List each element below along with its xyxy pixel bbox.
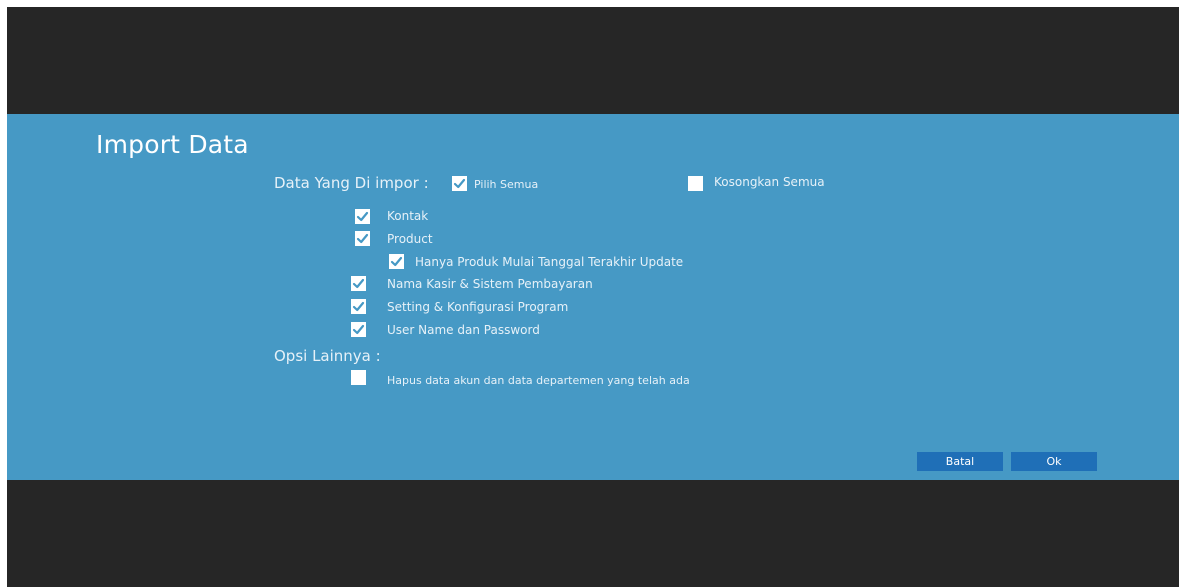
checkmark-icon — [390, 256, 403, 267]
select-all-checkbox[interactable] — [452, 176, 467, 191]
import-cashier-payment-label[interactable]: Nama Kasir & Sistem Pembayaran — [387, 277, 593, 291]
ok-button[interactable]: Ok — [1011, 452, 1097, 471]
app-backdrop: Import Data Data Yang Di impor : Pilih S… — [7, 7, 1179, 587]
import-data-dialog: Import Data Data Yang Di impor : Pilih S… — [7, 114, 1179, 480]
checkmark-icon — [453, 178, 466, 189]
delete-existing-accounts-checkbox[interactable] — [351, 370, 366, 385]
cancel-button[interactable]: Batal — [917, 452, 1003, 471]
clear-all-checkbox[interactable] — [688, 176, 703, 191]
checkmark-icon — [352, 301, 365, 312]
import-settings-label[interactable]: Setting & Konfigurasi Program — [387, 300, 568, 314]
data-section-label: Data Yang Di impor : — [274, 174, 429, 192]
checkmark-icon — [356, 233, 369, 244]
import-users-checkbox[interactable] — [351, 322, 366, 337]
checkmark-icon — [352, 278, 365, 289]
clear-all-label[interactable]: Kosongkan Semua — [714, 175, 825, 189]
import-users-label[interactable]: User Name dan Password — [387, 323, 540, 337]
checkmark-icon — [356, 211, 369, 222]
dialog-title: Import Data — [96, 130, 249, 159]
product-since-last-update-label[interactable]: Hanya Produk Mulai Tanggal Terakhir Upda… — [415, 255, 683, 269]
import-cashier-payment-checkbox[interactable] — [351, 276, 366, 291]
import-product-checkbox[interactable] — [355, 231, 370, 246]
import-product-label[interactable]: Product — [387, 232, 433, 246]
other-options-label: Opsi Lainnya : — [274, 347, 381, 365]
checkmark-icon — [352, 324, 365, 335]
import-kontak-label[interactable]: Kontak — [387, 209, 428, 223]
import-kontak-checkbox[interactable] — [355, 209, 370, 224]
product-since-last-update-checkbox[interactable] — [389, 254, 404, 269]
import-settings-checkbox[interactable] — [351, 299, 366, 314]
delete-existing-accounts-label[interactable]: Hapus data akun dan data departemen yang… — [387, 374, 690, 387]
select-all-label[interactable]: Pilih Semua — [474, 178, 538, 191]
